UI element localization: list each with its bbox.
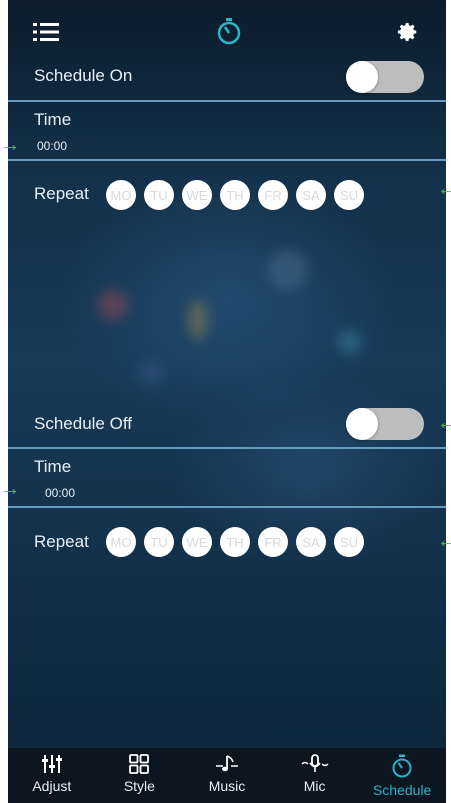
- annotation-arrow-left: ←: [437, 412, 451, 434]
- schedule-off-day-picker: MO TU WE TH FR SA SU: [106, 527, 364, 557]
- day-button-th[interactable]: TH: [220, 180, 250, 210]
- day-button-we[interactable]: WE: [182, 527, 212, 557]
- nav-item-schedule[interactable]: Schedule: [358, 748, 446, 803]
- day-button-th[interactable]: TH: [220, 527, 250, 557]
- divider: [8, 159, 446, 161]
- menu-icon[interactable]: [32, 18, 60, 46]
- nav-label: Mic: [303, 778, 326, 794]
- bokeh-light: [98, 290, 128, 320]
- divider: [8, 506, 446, 508]
- day-button-mo[interactable]: MO: [106, 180, 136, 210]
- annotation-arrow-left: ←: [437, 530, 451, 552]
- sliders-icon: [41, 755, 62, 773]
- gear-icon[interactable]: [394, 18, 422, 46]
- day-button-we[interactable]: WE: [182, 180, 212, 210]
- schedule-off-time-value[interactable]: 00:00: [45, 486, 75, 500]
- timer-icon: [392, 754, 412, 778]
- nav-label: Style: [123, 778, 155, 794]
- day-button-mo[interactable]: MO: [106, 527, 136, 557]
- day-button-fr[interactable]: FR: [258, 527, 288, 557]
- day-button-sa[interactable]: SA: [296, 527, 326, 557]
- day-button-tu[interactable]: TU: [144, 180, 174, 210]
- day-button-su[interactable]: SU: [334, 527, 364, 557]
- nav-item-mic[interactable]: Mic: [271, 748, 359, 803]
- day-button-fr[interactable]: FR: [258, 180, 288, 210]
- timer-icon: [214, 16, 244, 46]
- nav-label: Adjust: [32, 778, 72, 794]
- microphone-icon: [301, 754, 329, 772]
- nav-item-style[interactable]: Style: [96, 748, 184, 803]
- nav-label: Schedule: [372, 782, 432, 798]
- bokeh-light: [338, 330, 362, 354]
- annotation-arrow-right: →: [0, 478, 20, 500]
- schedule-on-label: Schedule On: [34, 66, 133, 85]
- schedule-on-toggle[interactable]: [346, 61, 424, 93]
- nav-item-adjust[interactable]: Adjust: [8, 748, 96, 803]
- schedule-off-repeat-label: Repeat: [34, 532, 89, 551]
- bokeh-light: [188, 300, 208, 340]
- bottom-nav: Adjust Style Music Mic Schedule: [8, 748, 446, 803]
- annotation-arrow-left: ←: [437, 178, 451, 200]
- toggle-knob: [346, 61, 378, 93]
- divider: [8, 447, 446, 449]
- toggle-knob: [346, 408, 378, 440]
- day-button-sa[interactable]: SA: [296, 180, 326, 210]
- app-screen: Schedule On Time 00:00 Repeat MO TU WE T…: [8, 0, 446, 803]
- schedule-off-time-label: Time: [34, 457, 72, 476]
- music-note-icon: [215, 755, 238, 772]
- annotation-arrow-right: →: [0, 134, 20, 156]
- bokeh-light: [138, 360, 164, 386]
- schedule-on-day-picker: MO TU WE TH FR SA SU: [106, 180, 364, 210]
- nav-item-music[interactable]: Music: [183, 748, 271, 803]
- schedule-on-time-value[interactable]: 00:00: [37, 139, 67, 153]
- divider: [8, 100, 446, 102]
- day-button-tu[interactable]: TU: [144, 527, 174, 557]
- schedule-off-label: Schedule Off: [34, 414, 132, 433]
- schedule-on-time-label: Time: [34, 110, 72, 129]
- nav-label: Music: [208, 778, 246, 794]
- schedule-off-toggle[interactable]: [346, 408, 424, 440]
- schedule-on-repeat-label: Repeat: [34, 184, 89, 203]
- grid-icon: [129, 754, 150, 774]
- bokeh-light: [268, 250, 308, 290]
- top-bar: [8, 0, 446, 62]
- day-button-su[interactable]: SU: [334, 180, 364, 210]
